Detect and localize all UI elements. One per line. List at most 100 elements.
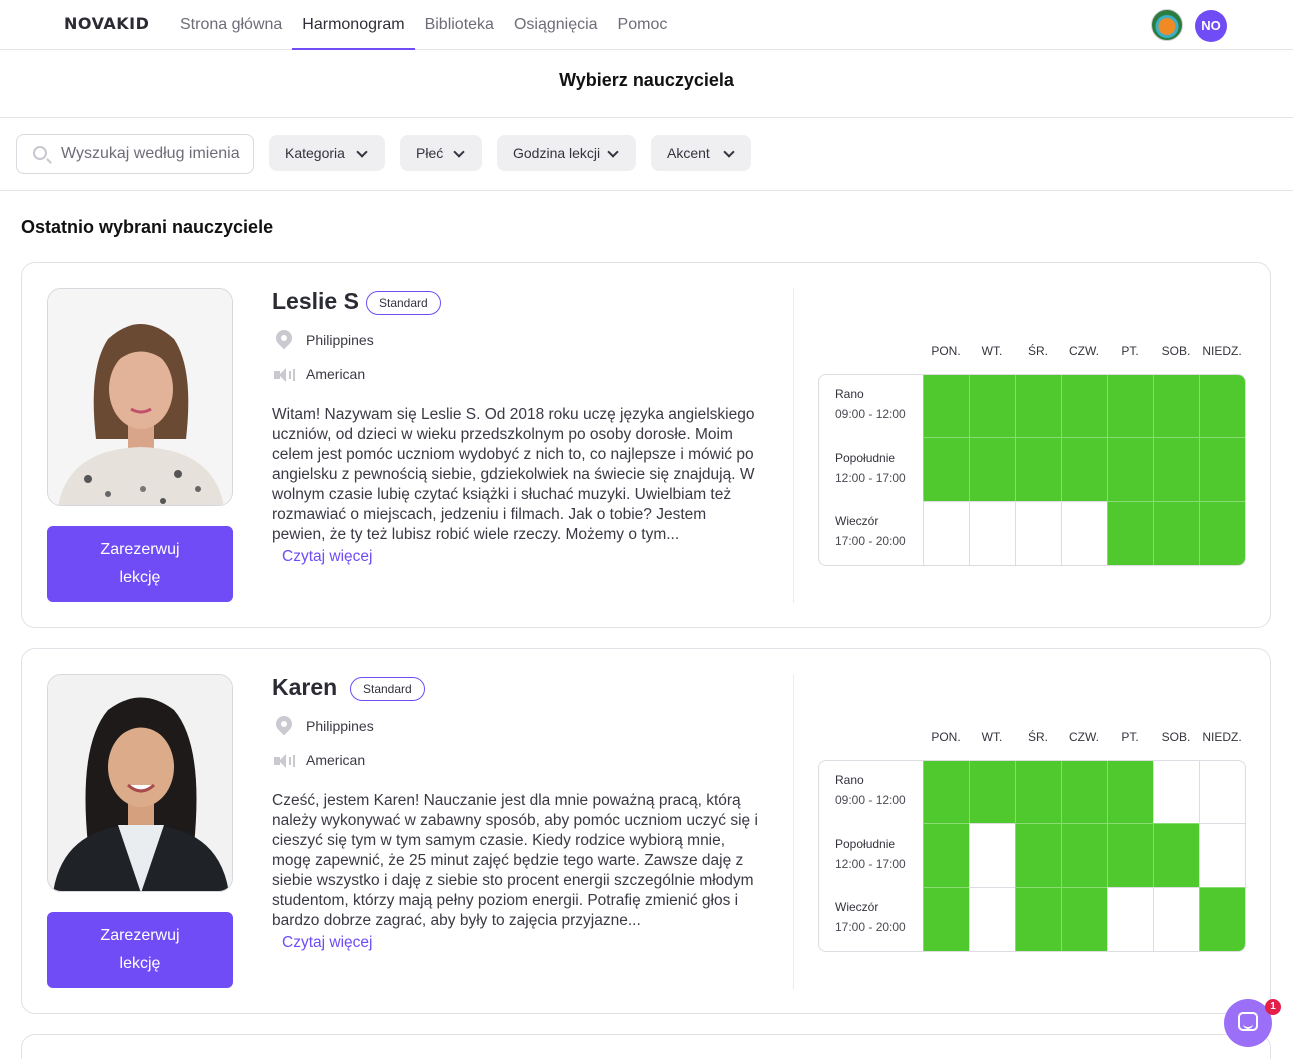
available-slot [1153,375,1199,439]
day-label: ŚR. [1027,344,1048,358]
nav-link-achievements[interactable]: Osiągnięcia [504,0,608,50]
availability-schedule: Rano 09:00 - 12:00 Popołudnie 12:00 - 17:0… [818,760,1246,952]
teacher-card: Zarezerwuj lekcję Karen Standard Philipp… [21,648,1271,1014]
day-label: SOB. [1161,730,1191,744]
divider [793,288,794,603]
book-lesson-label-1: Zarezerwuj [100,541,180,558]
available-slot [969,375,1015,439]
available-slot [1153,500,1199,565]
available-slot [1199,886,1245,951]
day-label: NIEDZ. [1202,344,1242,358]
book-lesson-label-1: Zarezerwuj [100,927,180,944]
available-slot [969,761,1015,825]
speaker-icon [274,368,296,382]
day-label: PT. [1121,730,1139,744]
day-label: CZW. [1069,730,1099,744]
unavailable-slot [1015,500,1061,565]
teacher-category-badge: Standard [350,677,425,701]
available-slot [923,375,969,439]
available-slot [1061,823,1107,888]
user-avatar[interactable]: NO [1195,10,1227,42]
search-input[interactable] [61,143,247,165]
available-slot [1015,823,1061,888]
teacher-card [21,1034,1271,1059]
teacher-bio: Cześć, jestem Karen! Nauczanie jest dla … [272,792,758,929]
nav-link-library[interactable]: Biblioteka [415,0,504,50]
speaker-icon [274,754,296,768]
day-label: CZW. [1069,344,1099,358]
child-avatar[interactable] [1151,9,1183,41]
available-slot [1061,437,1107,502]
available-slot [1199,437,1245,502]
nav-link-home[interactable]: Strona główna [170,0,292,50]
book-lesson-button[interactable]: Zarezerwuj lekcję [47,526,233,602]
book-lesson-label-2: lekcję [119,955,161,972]
read-more-link[interactable]: Czytaj więcej [282,934,372,952]
available-slot [923,823,969,888]
chevron-down-icon [453,146,465,158]
available-slot [1199,500,1245,565]
available-slot [1015,761,1061,825]
schedule-days: PON. WT. ŚR. CZW. PT. SOB. NIEDZ. [923,344,1247,360]
location-pin-icon [272,326,296,350]
unavailable-slot [1107,886,1153,951]
book-lesson-label-2: lekcję [119,569,161,586]
available-slot [1107,437,1153,502]
available-slot [1153,437,1199,502]
available-slot [1061,761,1107,825]
unavailable-slot [1199,761,1245,825]
day-label: NIEDZ. [1202,730,1242,744]
available-slot [1107,375,1153,439]
unavailable-slot [923,500,969,565]
slot-morning: Rano 09:00 - 12:00 [835,387,906,421]
teacher-card: Zarezerwuj lekcję Leslie S Standard Phil… [21,262,1271,628]
search-field[interactable] [16,134,254,174]
chat-icon [1238,1012,1258,1031]
slot-evening: Wieczór 17:00 - 20:00 [835,514,906,548]
available-slot [1061,375,1107,439]
slot-afternoon: Popołudnie 12:00 - 17:00 [835,837,906,871]
filter-accent[interactable]: Akcent [651,135,751,171]
available-slot [923,437,969,502]
day-label: WT. [981,730,1003,744]
filter-category[interactable]: Kategoria [269,135,385,171]
teacher-bio: Witam! Nazywam się Leslie S. Od 2018 rok… [272,406,755,543]
divider [793,674,794,989]
availability-schedule: Rano 09:00 - 12:00 Popołudnie 12:00 - 17:0… [818,374,1246,566]
unavailable-slot [1061,500,1107,565]
section-title: Ostatnio wybrani nauczyciele [21,217,274,237]
schedule-days: PON. WT. ŚR. CZW. PT. SOB. NIEDZ. [923,730,1247,746]
nav-links: Strona główna Harmonogram Biblioteka Osi… [170,0,677,50]
nav-link-schedule[interactable]: Harmonogram [292,0,415,50]
available-slot [1107,761,1153,825]
filter-lesson-time-label: Godzina lekcji [513,145,601,161]
novakid-logo[interactable]: NOVAKID [64,14,149,33]
filter-category-label: Kategoria [285,145,345,161]
unavailable-slot [969,823,1015,888]
teacher-name: Karen [272,674,338,700]
teacher-accent-text: American [306,366,366,382]
available-slot [1199,375,1245,439]
chevron-down-icon [607,146,619,158]
available-slot [1153,823,1199,888]
unavailable-slot [1153,886,1199,951]
location-pin-icon [272,712,296,736]
teacher-photo[interactable] [47,674,233,892]
available-slot [1107,823,1153,888]
read-more-link[interactable]: Czytaj więcej [282,548,372,566]
filter-gender[interactable]: Płeć [400,135,482,171]
slot-afternoon: Popołudnie 12:00 - 17:00 [835,451,906,485]
chevron-down-icon [723,146,735,158]
teacher-photo[interactable] [47,288,233,506]
book-lesson-button[interactable]: Zarezerwuj lekcję [47,912,233,988]
day-label: PON. [931,730,961,744]
nav-link-help[interactable]: Pomoc [608,0,678,50]
teacher-country-text: Philippines [306,332,374,348]
teacher-country-text: Philippines [306,718,374,734]
available-slot [1015,375,1061,439]
available-slot [969,437,1015,502]
filter-lesson-time[interactable]: Godzina lekcji [497,135,636,171]
available-slot [923,886,969,951]
day-label: PT. [1121,344,1139,358]
teacher-category-badge: Standard [366,291,441,315]
